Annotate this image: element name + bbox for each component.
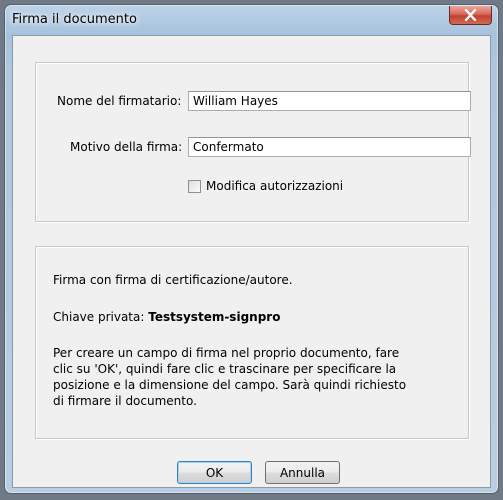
private-key-value: Testsystem-signpro bbox=[148, 310, 281, 324]
dialog-body: Nome del firmatario: Motivo della firma:… bbox=[12, 35, 491, 488]
modify-permissions-label: Modifica autorizzazioni bbox=[206, 179, 344, 193]
window-title: Firma il documento bbox=[12, 12, 137, 27]
reason-label: Motivo della firma: bbox=[70, 140, 183, 154]
close-icon bbox=[464, 9, 477, 21]
close-button[interactable] bbox=[449, 6, 492, 25]
instructions-line: clic su 'OK', quindi fare clic e trascin… bbox=[53, 362, 397, 376]
modify-permissions-row[interactable]: Modifica autorizzazioni bbox=[188, 179, 343, 193]
instructions-text: Per creare un campo di firma nel proprio… bbox=[53, 345, 406, 409]
signer-name-field[interactable] bbox=[188, 91, 471, 111]
signature-type-text: Firma con firma di certificazione/autore… bbox=[53, 273, 293, 287]
instructions-line: Per creare un campo di firma nel proprio… bbox=[53, 346, 400, 360]
cancel-button[interactable]: Annulla bbox=[265, 461, 340, 484]
private-key-label: Chiave privata: bbox=[53, 310, 149, 324]
signer-label: Nome del firmatario: bbox=[57, 94, 182, 108]
ok-button[interactable]: OK bbox=[177, 461, 252, 484]
dialog-window: Firma il documento Nome del firmatario: … bbox=[4, 4, 499, 494]
info-group: Firma con firma di certificazione/autore… bbox=[35, 246, 469, 439]
private-key-line: Chiave privata: Testsystem-signpro bbox=[53, 309, 280, 325]
signer-group: Nome del firmatario: Motivo della firma:… bbox=[35, 62, 471, 222]
reason-field[interactable] bbox=[188, 137, 471, 157]
instructions-line: di firmare il documento. bbox=[53, 394, 197, 408]
title-bar[interactable]: Firma il documento bbox=[5, 5, 498, 35]
instructions-line: posizione e la dimensione del campo. Sar… bbox=[53, 378, 407, 392]
modify-permissions-checkbox[interactable] bbox=[188, 179, 201, 193]
